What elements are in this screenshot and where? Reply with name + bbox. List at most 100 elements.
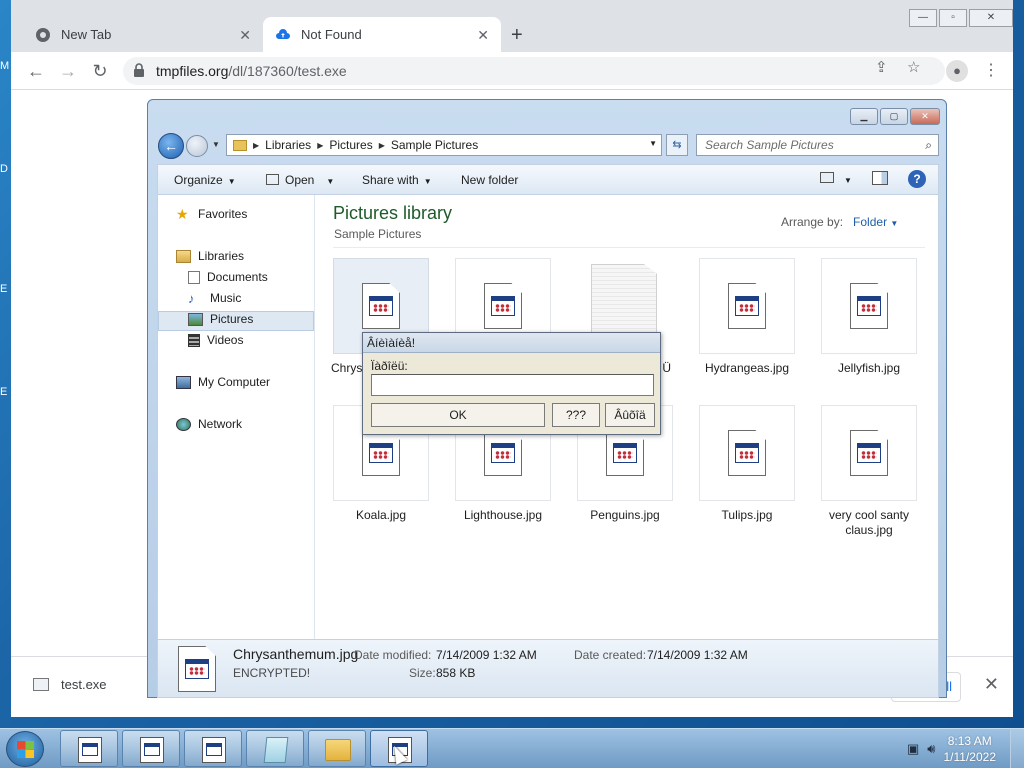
document-icon xyxy=(591,264,657,334)
nav-label: Music xyxy=(210,291,242,305)
back-arrow-icon[interactable]: ← xyxy=(158,133,184,159)
maximize-icon[interactable]: ▫ xyxy=(939,9,967,27)
file-name: Hydrangeas.jpg xyxy=(704,361,790,375)
open-button[interactable]: Open ▼ xyxy=(266,173,334,187)
taskbar-app-button[interactable] xyxy=(60,730,118,767)
refresh-icon[interactable]: ⇆ xyxy=(666,134,688,156)
exit-button[interactable]: Âûõîä xyxy=(605,403,655,427)
exe-file-icon xyxy=(606,430,644,476)
nav-favorites[interactable]: ★ Favorites xyxy=(176,207,247,222)
library-title: Pictures library xyxy=(333,203,453,223)
show-desktop-button[interactable] xyxy=(1010,729,1024,768)
chevron-down-icon[interactable]: ▼ xyxy=(649,139,657,148)
nav-label: Network xyxy=(198,417,243,431)
dialog-button-2[interactable]: ??? xyxy=(552,403,600,427)
close-download-bar-icon[interactable]: ✕ xyxy=(984,674,999,695)
exe-file-icon xyxy=(850,283,888,329)
file-item[interactable]: Hydrangeas.jpg xyxy=(687,258,807,376)
maximize-icon[interactable]: ▢ xyxy=(880,108,908,125)
file-name: very cool santy claus.jpg xyxy=(828,508,910,537)
volume-icon[interactable]: 🔊︎ xyxy=(927,741,935,757)
chevron-right-icon: ▶ xyxy=(317,140,324,150)
nav-network[interactable]: Network xyxy=(176,417,242,431)
forward-arrow-icon[interactable]: → xyxy=(57,60,79,82)
nav-music[interactable]: ♪ Music xyxy=(188,291,241,305)
desktop-icon-label: E xyxy=(0,386,8,398)
exe-file-icon xyxy=(484,283,522,329)
share-icon[interactable]: ⇪ xyxy=(875,58,888,76)
file-item[interactable]: Jellyfish.jpg xyxy=(809,258,929,376)
change-view-icon[interactable]: ▼ xyxy=(820,172,852,186)
taskbar-app-button[interactable] xyxy=(184,730,242,767)
share-with-button[interactable]: Share with ▼ xyxy=(362,173,432,187)
exe-app-icon xyxy=(202,737,226,763)
start-button[interactable] xyxy=(6,731,44,767)
file-name: Koala.jpg xyxy=(355,508,407,522)
file-thumbnail xyxy=(821,405,917,501)
taskbar-notepad-button[interactable] xyxy=(246,730,304,767)
network-tray-icon[interactable]: ▣ xyxy=(907,741,919,757)
tab-not-found[interactable]: Not Found ✕ xyxy=(263,17,501,52)
network-icon xyxy=(176,417,191,431)
breadcrumb-pictures[interactable]: Pictures xyxy=(329,138,372,152)
details-modified-value: 7/14/2009 1:32 AM xyxy=(436,648,537,662)
nav-label: Libraries xyxy=(198,249,245,263)
minimize-icon[interactable]: ▁ xyxy=(850,108,878,125)
videos-icon xyxy=(188,333,200,347)
close-tab-icon[interactable]: ✕ xyxy=(477,27,489,44)
nav-libraries[interactable]: Libraries xyxy=(176,249,244,263)
minimize-icon[interactable]: — xyxy=(909,9,937,27)
taskbar-app-button[interactable] xyxy=(122,730,180,767)
profile-avatar-icon[interactable]: ● xyxy=(946,60,968,82)
organize-label: Organize xyxy=(174,173,223,187)
forward-arrow-icon[interactable] xyxy=(186,135,208,157)
new-tab-icon[interactable]: + xyxy=(511,24,523,47)
help-icon[interactable]: ? xyxy=(908,170,926,188)
address-bar[interactable]: tmpfiles.org/dl/187360/test.exe xyxy=(123,57,945,85)
pictures-icon xyxy=(188,312,203,326)
download-item[interactable]: test.exe xyxy=(33,677,107,692)
exe-file-icon xyxy=(178,646,216,692)
menu-kebab-icon[interactable]: ⋮ xyxy=(983,60,999,80)
close-window-icon[interactable]: ✕ xyxy=(969,9,1013,27)
preview-pane-icon[interactable] xyxy=(872,171,888,185)
search-input[interactable]: Search Sample Pictures ⌕ xyxy=(696,134,939,156)
search-icon[interactable]: ⌕ xyxy=(925,138,932,153)
clock[interactable]: 8:13 AM 1/11/2022 xyxy=(944,733,997,765)
star-icon[interactable]: ☆ xyxy=(907,58,920,76)
ok-button[interactable]: OK xyxy=(371,403,545,427)
organize-button[interactable]: Organize ▼ xyxy=(174,173,236,187)
file-item[interactable]: very cool santy claus.jpg xyxy=(809,405,929,538)
close-tab-icon[interactable]: ✕ xyxy=(239,27,251,44)
breadcrumb[interactable]: ▶ Libraries ▶ Pictures ▶ Sample Pictures… xyxy=(226,134,662,156)
windows-logo-icon xyxy=(17,741,34,758)
file-name: Lighthouse.jpg xyxy=(463,508,543,522)
nav-documents[interactable]: Documents xyxy=(188,270,268,284)
library-subtitle: Sample Pictures xyxy=(334,227,422,241)
close-icon[interactable]: ✕ xyxy=(910,108,940,125)
lock-icon xyxy=(134,63,144,77)
nav-pictures[interactable]: Pictures xyxy=(188,312,253,326)
chevron-down-icon: ▼ xyxy=(326,177,335,186)
open-icon xyxy=(266,174,279,185)
password-input[interactable] xyxy=(371,374,654,396)
url-path: /dl/187360/test.exe xyxy=(228,63,347,79)
recent-pages-dropdown-icon[interactable]: ▼ xyxy=(212,140,220,149)
breadcrumb-sample-pictures[interactable]: Sample Pictures xyxy=(391,138,478,152)
window-controls: — ▫ ✕ xyxy=(909,9,1013,27)
details-pane: Chrysanthemum.jpg ENCRYPTED! Date modifi… xyxy=(157,640,939,698)
new-folder-button[interactable]: New folder xyxy=(461,173,518,187)
notepad-icon xyxy=(263,737,289,763)
arrange-dropdown[interactable]: Folder ▼ xyxy=(853,215,898,229)
tab-strip: New Tab ✕ Not Found ✕ + — ▫ ✕ xyxy=(11,0,1013,52)
open-label: Open xyxy=(285,173,315,187)
browser-toolbar: ← → ↻ tmpfiles.org/dl/187360/test.exe ⇪ … xyxy=(11,52,1013,90)
nav-my-computer[interactable]: My Computer xyxy=(176,375,270,389)
file-item[interactable]: Tulips.jpg xyxy=(687,405,807,523)
taskbar-explorer-button[interactable] xyxy=(308,730,366,767)
nav-videos[interactable]: Videos xyxy=(188,333,243,347)
back-arrow-icon[interactable]: ← xyxy=(25,60,47,82)
breadcrumb-libraries[interactable]: Libraries xyxy=(265,138,311,152)
reload-icon[interactable]: ↻ xyxy=(89,60,111,82)
tab-new-tab[interactable]: New Tab ✕ xyxy=(23,17,263,52)
